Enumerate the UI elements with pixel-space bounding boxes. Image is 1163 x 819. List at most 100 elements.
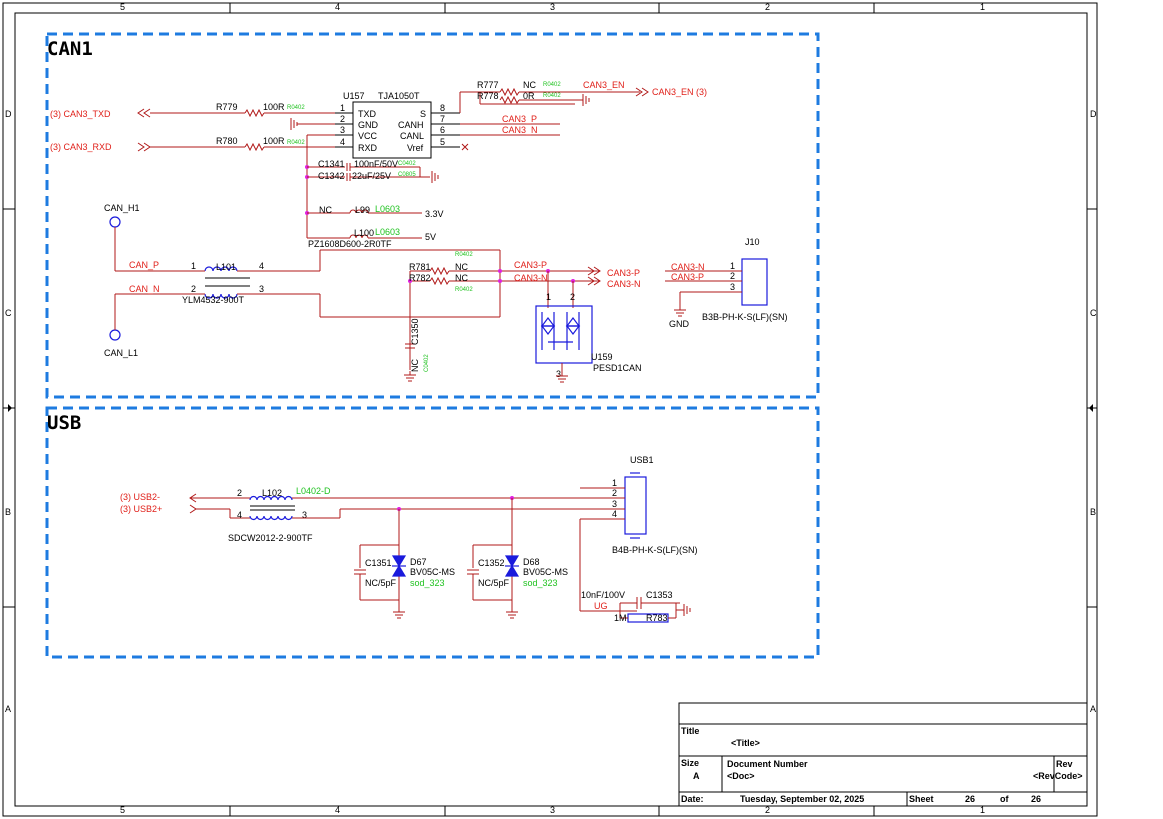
row-label: C (1090, 308, 1097, 318)
c1352-ref: C1352 (478, 558, 505, 568)
d68-ref: D68 (523, 557, 540, 567)
j10-pin: 2 (730, 271, 735, 281)
d67-part: BV05C-MS (410, 567, 455, 577)
connector-j10 (741, 258, 768, 306)
u157-pin-name: RXD (358, 143, 378, 153)
net-can3-p2: CAN3-P (514, 260, 547, 270)
u159-ref: U159 (591, 352, 613, 362)
c1350-value: NC (410, 359, 420, 372)
net-5v: 5V (425, 232, 436, 242)
capacitor-c1352 (467, 569, 479, 575)
tb-doc-label: Document Number (727, 759, 808, 769)
r779-pkg: R0402 (287, 105, 305, 111)
r782-ref: R782 (409, 273, 431, 283)
j10-net-n: CAN3-N (671, 262, 705, 272)
capacitor-c1341 (346, 163, 351, 171)
row-label: B (5, 507, 11, 517)
col-label: 5 (120, 2, 125, 12)
u157-pin-num: 1 (340, 103, 345, 113)
usb-circuit: (3) USB2- (3) USB2+ L102 L0402-D SDCW201… (120, 455, 698, 623)
c1350-ref: C1350 (410, 318, 420, 345)
d68-part: BV05C-MS (523, 567, 568, 577)
usb-section-title: USB (47, 412, 81, 434)
j10-net-p: CAN3-P (671, 272, 704, 282)
net-can3-en: CAN3_EN (583, 80, 625, 90)
port-arrow-icon (189, 504, 197, 514)
net-can3-p: CAN3_P (502, 114, 537, 124)
title-block: Title <Title> Size A Document Number <Do… (678, 702, 1088, 807)
u157-pin-name: CANH (398, 120, 424, 130)
testpoint-can-l1 (109, 329, 121, 341)
usb1-pin: 3 (612, 499, 617, 509)
tb-date-label: Date: (681, 794, 704, 804)
u157-pin-name: VCC (358, 131, 378, 141)
tb-rev-label: Rev (1056, 759, 1073, 769)
choke-l102 (249, 495, 295, 521)
u157-part: TJA1050T (378, 91, 420, 101)
row-label: C (5, 308, 12, 318)
net-can-n: CAN_N (129, 284, 160, 294)
capacitor-c1351 (354, 569, 366, 575)
c1350-pkg: C0402 (424, 354, 430, 372)
tp-can-l1-label: CAN_L1 (104, 348, 138, 358)
capacitor-c1353 (636, 597, 642, 609)
l101-pin: 1 (191, 261, 196, 271)
j10-pin: 3 (730, 282, 735, 292)
u159-pin: 1 (546, 292, 551, 302)
c1342-pkg: C0805 (398, 172, 416, 178)
l99-ref: L99 (355, 205, 370, 215)
r781-pkg: R0402 (455, 252, 473, 258)
r783-ref: R783 (646, 613, 668, 623)
u159-pin: 2 (570, 292, 575, 302)
r779-ref: R779 (216, 102, 238, 112)
tp-can-h1-label: CAN_H1 (104, 203, 140, 213)
port-arrow-icon (137, 108, 151, 118)
c1353-value: 10nF/100V (581, 590, 625, 600)
u157-pin-name: TXD (358, 109, 377, 119)
u157-ref: U157 (343, 91, 365, 101)
l100-pkg: L0603 (375, 227, 400, 237)
c1353-ref: C1353 (646, 590, 673, 600)
c1341-value: 100nF/50V (354, 159, 398, 169)
r780-ref: R780 (216, 136, 238, 146)
l102-pkg: L0402-D (296, 486, 331, 496)
u157-pin-num: 3 (340, 125, 345, 135)
r782-value: NC (455, 273, 468, 283)
port-arrow-icon (137, 142, 151, 152)
tvs-u159 (535, 305, 593, 364)
r779-value: 100R (263, 102, 285, 112)
j10-ref: J10 (745, 237, 760, 247)
l102-ref: L102 (262, 488, 282, 498)
c1342-value: 22uF/25V (352, 171, 391, 181)
u157-pin-num: 6 (440, 125, 445, 135)
u157-pin-num: 4 (340, 137, 345, 147)
j10-part: B3B-PH-K-S(LF)(SN) (702, 312, 788, 322)
usb1-ref: USB1 (630, 455, 654, 465)
port-can3-rxd: (3) CAN3_RXD (50, 142, 112, 152)
usb1-pin: 4 (612, 509, 617, 519)
col-label: 3 (550, 2, 555, 12)
port-can3-txd: (3) CAN3_TXD (50, 109, 111, 119)
port-can3-p: CAN3-P (607, 268, 640, 278)
r778-ref: R778 (477, 91, 499, 101)
r777-ref: R777 (477, 80, 499, 90)
tb-date-value: Tuesday, September 02, 2025 (740, 794, 864, 804)
u157-pin-name: GND (358, 120, 379, 130)
row-label: A (5, 704, 11, 714)
schematic: 5 4 3 2 1 5 4 3 2 1 D C B A D C B A CAN1… (2, 2, 1098, 817)
net-3v3: 3.3V (425, 209, 444, 219)
u159-pin: 3 (556, 369, 561, 379)
tb-of-label: of (1000, 794, 1009, 804)
port-can3-en: CAN3_EN (3) (652, 87, 707, 97)
tb-size-label: Size (681, 758, 699, 768)
l100-ref: L100 (354, 228, 374, 238)
u157-pin-name: Vref (407, 143, 424, 153)
l102-part: SDCW2012-2-900TF (228, 533, 313, 543)
col-label: 3 (550, 805, 555, 815)
c1341-pkg: C0402 (398, 161, 416, 167)
l102-pin: 2 (237, 488, 242, 498)
col-label: 1 (980, 2, 985, 12)
d67-ref: D67 (410, 557, 427, 567)
net-can3-n2: CAN3-N (514, 273, 548, 283)
j10-pin: 1 (730, 261, 735, 271)
